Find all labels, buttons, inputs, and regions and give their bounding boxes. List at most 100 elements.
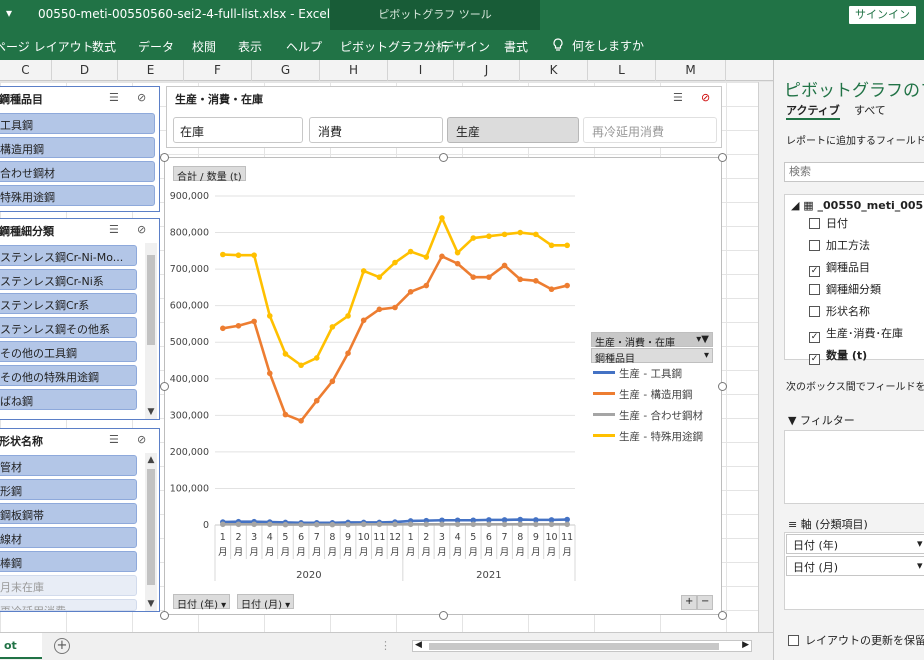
column-header-i[interactable]: I bbox=[388, 60, 454, 81]
data-point[interactable] bbox=[298, 362, 304, 369]
slicer-item[interactable]: 合わせ鋼材 bbox=[0, 161, 155, 182]
column-header-h[interactable]: H bbox=[320, 60, 388, 81]
data-point[interactable] bbox=[486, 274, 492, 280]
data-point[interactable] bbox=[517, 229, 524, 236]
vertical-scrollbar[interactable] bbox=[758, 82, 773, 632]
slicer-scrollbar[interactable]: ▼ bbox=[145, 243, 157, 419]
field-item-hinshu-sai[interactable]: 鋼種細分類 bbox=[809, 281, 881, 297]
axis-field-button-month[interactable]: 日付 (月) ▾ bbox=[237, 594, 295, 611]
data-point[interactable] bbox=[454, 260, 461, 267]
horizontal-scrollbar[interactable]: ◀ ▶ bbox=[412, 640, 752, 652]
field-table-root[interactable]: ◢ ▦ _00550_meti_00550560 bbox=[791, 199, 924, 212]
slicer-measure-item-reroll[interactable]: 再冷延用消費 bbox=[583, 117, 717, 143]
data-point[interactable] bbox=[439, 253, 445, 260]
data-point[interactable] bbox=[282, 521, 289, 528]
data-point[interactable] bbox=[454, 249, 461, 256]
data-point[interactable] bbox=[266, 313, 273, 319]
column-header-c[interactable]: C bbox=[0, 60, 52, 81]
field-item-date[interactable]: 日付 bbox=[809, 215, 848, 231]
data-point[interactable] bbox=[345, 313, 351, 319]
column-header-k[interactable]: K bbox=[520, 60, 588, 81]
defer-update-checkbox[interactable] bbox=[788, 635, 799, 646]
data-point[interactable] bbox=[392, 521, 398, 528]
column-header-m[interactable]: M bbox=[656, 60, 726, 81]
data-point[interactable] bbox=[470, 521, 477, 528]
data-point[interactable] bbox=[548, 286, 555, 293]
data-point[interactable] bbox=[517, 521, 524, 528]
axis-item-year[interactable]: 日付 (年) ▾ bbox=[786, 534, 924, 554]
data-point[interactable] bbox=[548, 242, 555, 249]
data-point[interactable] bbox=[298, 418, 304, 424]
value-field-button[interactable]: 合計 / 数量 (t) bbox=[173, 166, 246, 183]
clear-filter-icon[interactable]: ⊘ bbox=[137, 223, 146, 236]
defer-update[interactable]: レイアウトの更新を保留する bbox=[788, 632, 924, 648]
tab-format[interactable]: 書式 bbox=[504, 38, 528, 55]
chart-resize-handle[interactable] bbox=[160, 382, 169, 391]
field-item-measure[interactable]: ✓ 生産･消費･在庫 bbox=[809, 325, 903, 343]
slicer-item-no-data[interactable]: 再冷延用消費 bbox=[0, 599, 137, 611]
slicer-item[interactable]: 鋼板鋼帯 bbox=[0, 503, 137, 524]
data-point[interactable] bbox=[486, 521, 492, 528]
field-checkbox[interactable] bbox=[809, 306, 820, 317]
data-point[interactable] bbox=[392, 304, 398, 311]
field-item-processing[interactable]: 加工方法 bbox=[809, 237, 870, 253]
data-point[interactable] bbox=[392, 259, 398, 266]
legend-entry[interactable]: 生産 - 構造用鋼 bbox=[593, 387, 717, 408]
legend-entry[interactable]: 生産 - 合わせ鋼材 bbox=[593, 408, 717, 429]
tab-split-handle[interactable]: ⋮ bbox=[380, 639, 391, 652]
slicer-item-no-data[interactable]: 月末在庫 bbox=[0, 575, 137, 596]
legend-filter-button[interactable]: 鋼種品目 ▾ bbox=[591, 348, 713, 365]
scroll-down-icon[interactable]: ▼ bbox=[145, 599, 157, 609]
tab-design[interactable]: デザイン bbox=[442, 38, 490, 55]
pivot-chart[interactable]: 0 100,000 200,000 300,000 400,000 500,000 600,… bbox=[164, 157, 722, 615]
data-point[interactable] bbox=[345, 521, 351, 528]
slicer-item[interactable]: 管材 bbox=[0, 455, 137, 476]
axis-field-button-year[interactable]: 日付 (年) ▾ bbox=[173, 594, 231, 611]
field-checkbox[interactable] bbox=[809, 284, 820, 295]
multi-select-icon[interactable]: ☰ bbox=[109, 433, 119, 446]
data-point[interactable] bbox=[564, 282, 570, 289]
column-header-d[interactable]: D bbox=[52, 60, 118, 81]
slicer-item[interactable]: 線材 bbox=[0, 527, 137, 548]
tab-pivotchart-analyze[interactable]: ピボットグラフ分析 bbox=[340, 38, 448, 55]
scrollbar-thumb[interactable] bbox=[147, 255, 155, 345]
clear-filter-icon[interactable]: ⊘ bbox=[137, 91, 146, 104]
field-checkbox[interactable] bbox=[809, 218, 820, 229]
slicer-measure-item-zaiko[interactable]: 在庫 bbox=[173, 117, 303, 143]
data-point[interactable] bbox=[313, 397, 320, 404]
series-line[interactable] bbox=[222, 255, 568, 423]
scroll-right-icon[interactable]: ▶ bbox=[742, 640, 749, 650]
slicer-item[interactable]: ばね鋼 bbox=[0, 389, 137, 410]
data-point[interactable] bbox=[220, 521, 226, 528]
data-point[interactable] bbox=[376, 274, 383, 280]
slicer-scrollbar[interactable]: ▲ ▼ bbox=[145, 453, 157, 611]
data-point[interactable] bbox=[329, 378, 336, 385]
chart-resize-handle[interactable] bbox=[718, 382, 727, 391]
data-point[interactable] bbox=[360, 317, 367, 324]
chart-resize-handle[interactable] bbox=[439, 153, 448, 162]
field-checkbox[interactable] bbox=[809, 240, 820, 251]
data-point[interactable] bbox=[298, 521, 304, 528]
data-point[interactable] bbox=[329, 521, 336, 528]
scroll-left-icon[interactable]: ◀ bbox=[415, 640, 422, 650]
data-point[interactable] bbox=[548, 521, 555, 528]
data-point[interactable] bbox=[486, 233, 492, 240]
slicer-item[interactable]: その他の特殊用途鋼 bbox=[0, 365, 137, 386]
data-point[interactable] bbox=[376, 306, 383, 313]
sheet-tab[interactable]: ot bbox=[0, 633, 42, 659]
slicer-item[interactable]: ステンレス鋼Cr-Ni-Mo... bbox=[0, 245, 137, 266]
data-point[interactable] bbox=[407, 248, 414, 255]
expand-field-button[interactable]: + bbox=[681, 595, 698, 610]
data-point[interactable] bbox=[251, 252, 257, 259]
data-point[interactable] bbox=[454, 521, 461, 528]
pane-tab-all[interactable]: すべて bbox=[854, 102, 886, 118]
data-point[interactable] bbox=[564, 242, 570, 249]
field-item-quantity[interactable]: ✓ 数量 (t) bbox=[809, 347, 867, 365]
chart-resize-handle[interactable] bbox=[718, 153, 727, 162]
tab-view[interactable]: 表示 bbox=[238, 38, 262, 55]
slicer-item[interactable]: 構造用鋼 bbox=[0, 137, 155, 158]
data-point[interactable] bbox=[360, 268, 367, 274]
legend-field-button[interactable]: 生産・消費・在庫 ▾▼ bbox=[591, 332, 713, 349]
data-point[interactable] bbox=[564, 521, 570, 528]
data-point[interactable] bbox=[423, 254, 430, 260]
